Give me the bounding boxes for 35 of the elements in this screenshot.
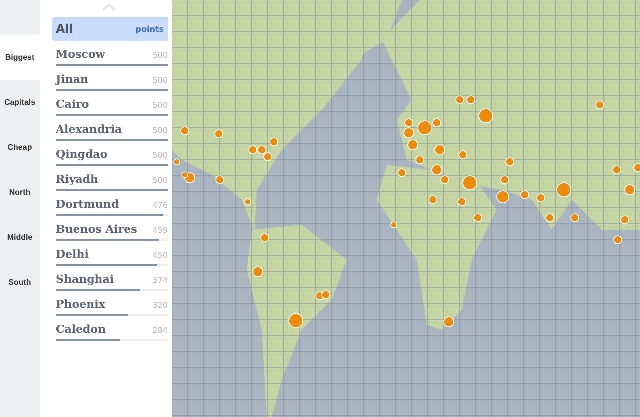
points-value: 459: [152, 226, 168, 235]
points-value: 500: [152, 51, 168, 60]
world-map-drawing[interactable]: [172, 0, 640, 417]
points-value: 284: [152, 326, 168, 335]
chevron-up-icon[interactable]: [102, 4, 116, 11]
city-name[interactable]: Caledon: [56, 323, 106, 336]
city-name[interactable]: Phoenix: [56, 298, 106, 311]
points-label: points: [136, 24, 164, 34]
category-tab[interactable]: North: [0, 170, 40, 215]
points-value: 374: [152, 276, 168, 285]
category-tab[interactable]: Capitals: [0, 80, 40, 125]
city-name[interactable]: Delhi: [56, 248, 89, 261]
city-name[interactable]: Alexandria: [56, 123, 122, 136]
points-value: 500: [152, 126, 168, 135]
category-tab[interactable]: Middle: [0, 215, 40, 260]
points-value: 500: [152, 101, 168, 110]
city-name[interactable]: Moscow: [56, 48, 106, 61]
category-tab[interactable]: Biggest: [0, 35, 40, 80]
all-label: All: [56, 22, 74, 36]
city-name[interactable]: Shanghai: [56, 273, 114, 286]
category-tab[interactable]: South: [0, 260, 40, 305]
city-name[interactable]: Riyadh: [56, 173, 99, 186]
points-value: 500: [152, 176, 168, 185]
points-value: 500: [152, 76, 168, 85]
city-name[interactable]: Cairo: [56, 98, 90, 111]
points-value: 320: [152, 301, 168, 310]
city-name[interactable]: Jinan: [56, 73, 89, 86]
city-name[interactable]: Buenos Aires: [56, 223, 138, 236]
points-value: 476: [152, 201, 168, 210]
city-name[interactable]: Dortmund: [56, 198, 120, 211]
all-row[interactable]: All points: [52, 17, 168, 41]
city-name[interactable]: Qingdao: [56, 148, 108, 161]
points-value: 500: [152, 151, 168, 160]
points-value: 450: [152, 251, 168, 260]
category-tab[interactable]: Cheap: [0, 125, 40, 170]
